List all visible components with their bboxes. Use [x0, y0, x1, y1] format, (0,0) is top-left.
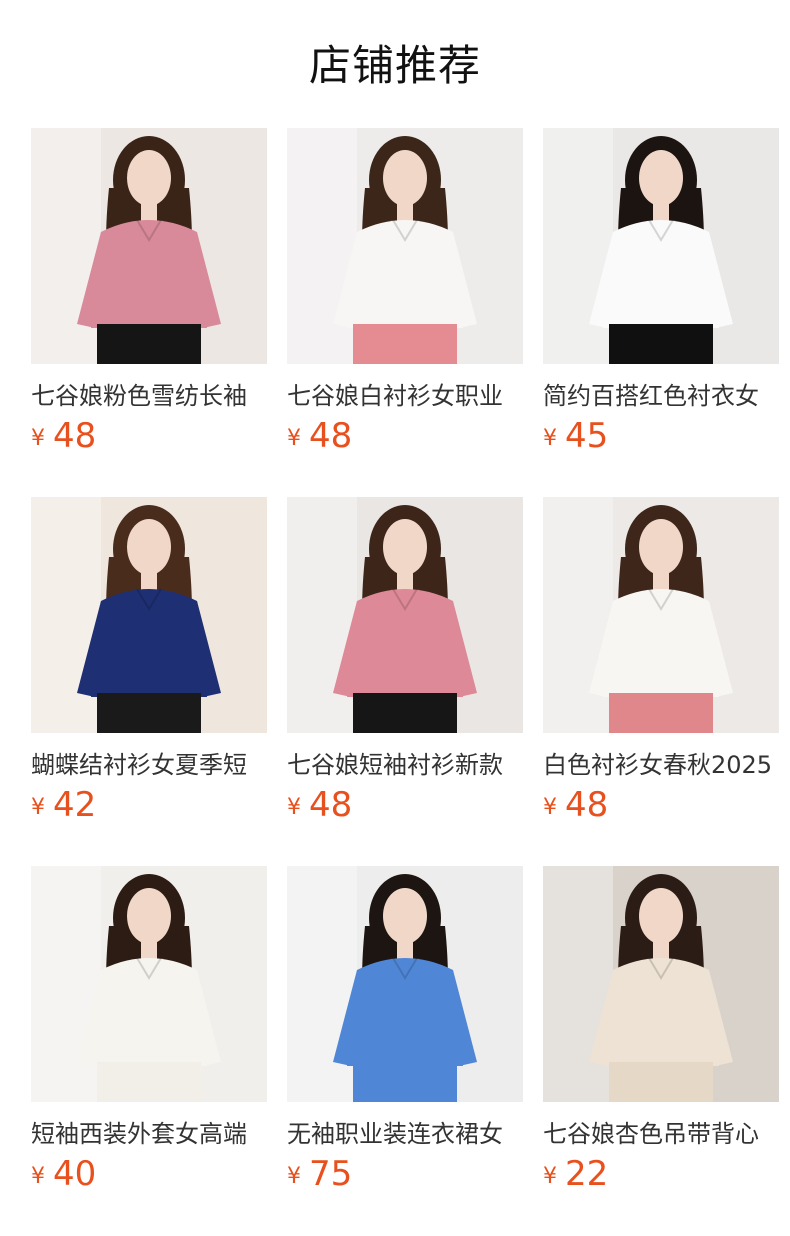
woman-blue-sleeveless-dress-photo — [287, 866, 523, 1102]
currency-symbol: ¥ — [31, 1164, 45, 1189]
product-name[interactable]: 七谷娘短袖衬衫新款 — [287, 751, 523, 779]
price-value: 45 — [565, 416, 609, 456]
product-image[interactable] — [31, 866, 267, 1102]
product-price: ¥42 — [31, 785, 267, 825]
product-card[interactable]: 七谷娘杏色吊带背心 ¥22 — [543, 866, 779, 1235]
woman-white-suit-jacket-photo — [31, 866, 267, 1102]
product-image[interactable] — [543, 866, 779, 1102]
product-card[interactable]: 蝴蝶结衬衫女夏季短 ¥42 — [31, 497, 267, 866]
currency-symbol: ¥ — [287, 795, 301, 820]
price-value: 42 — [53, 785, 97, 825]
product-image[interactable] — [287, 866, 523, 1102]
product-name[interactable]: 七谷娘粉色雪纺长袖 — [31, 382, 267, 410]
product-price: ¥22 — [543, 1154, 779, 1194]
currency-symbol: ¥ — [543, 426, 557, 451]
product-card[interactable]: 短袖西装外套女高端 ¥40 — [31, 866, 267, 1235]
product-image[interactable] — [543, 497, 779, 733]
product-grid: 七谷娘粉色雪纺长袖 ¥48 七谷娘白衬衫女职业 ¥48 简约百搭红色衬衣女 ¥4… — [31, 128, 779, 1235]
currency-symbol: ¥ — [543, 795, 557, 820]
product-card[interactable]: 七谷娘白衬衫女职业 ¥48 — [287, 128, 523, 497]
price-value: 40 — [53, 1154, 97, 1194]
product-card[interactable]: 七谷娘短袖衬衫新款 ¥48 — [287, 497, 523, 866]
product-price: ¥48 — [287, 416, 523, 456]
currency-symbol: ¥ — [31, 426, 45, 451]
product-price: ¥48 — [31, 416, 267, 456]
product-price: ¥48 — [287, 785, 523, 825]
product-image[interactable] — [543, 128, 779, 364]
woman-pink-ruffle-blouse-photo — [287, 497, 523, 733]
woman-white-short-sleeve-shirt-photo — [287, 128, 523, 364]
product-image[interactable] — [31, 497, 267, 733]
currency-symbol: ¥ — [287, 426, 301, 451]
product-name[interactable]: 白色衬衫女春秋2025 — [543, 751, 779, 779]
product-price: ¥75 — [287, 1154, 523, 1194]
woman-white-tie-neck-blouse-photo — [543, 497, 779, 733]
woman-navy-bow-blouse-photo — [31, 497, 267, 733]
product-name[interactable]: 短袖西装外套女高端 — [31, 1120, 267, 1148]
product-card[interactable]: 七谷娘粉色雪纺长袖 ¥48 — [31, 128, 267, 497]
woman-white-striped-shirt-photo — [543, 128, 779, 364]
product-card[interactable]: 白色衬衫女春秋2025 ¥48 — [543, 497, 779, 866]
product-image[interactable] — [31, 128, 267, 364]
price-value: 48 — [53, 416, 97, 456]
woman-beige-camisole-photo — [543, 866, 779, 1102]
product-name[interactable]: 蝴蝶结衬衫女夏季短 — [31, 751, 267, 779]
price-value: 22 — [565, 1154, 609, 1194]
product-price: ¥40 — [31, 1154, 267, 1194]
product-price: ¥45 — [543, 416, 779, 456]
price-value: 75 — [309, 1154, 353, 1194]
product-name[interactable]: 简约百搭红色衬衣女 — [543, 382, 779, 410]
product-card[interactable]: 无袖职业装连衣裙女 ¥75 — [287, 866, 523, 1235]
currency-symbol: ¥ — [31, 795, 45, 820]
price-value: 48 — [309, 785, 353, 825]
price-value: 48 — [565, 785, 609, 825]
product-name[interactable]: 七谷娘白衬衫女职业 — [287, 382, 523, 410]
product-card[interactable]: 简约百搭红色衬衣女 ¥45 — [543, 128, 779, 497]
product-image[interactable] — [287, 128, 523, 364]
price-value: 48 — [309, 416, 353, 456]
currency-symbol: ¥ — [287, 1164, 301, 1189]
currency-symbol: ¥ — [543, 1164, 557, 1189]
woman-pink-long-sleeve-blouse-photo — [31, 128, 267, 364]
product-image[interactable] — [287, 497, 523, 733]
product-price: ¥48 — [543, 785, 779, 825]
page-title: 店铺推荐 — [308, 41, 481, 90]
product-name[interactable]: 无袖职业装连衣裙女 — [287, 1120, 523, 1148]
store-recommendation-page: 店铺推荐 七谷娘粉色雪纺长袖 ¥48 七谷娘白衬衫女职业 ¥48 简约百搭红色衬… — [0, 0, 790, 1236]
product-name[interactable]: 七谷娘杏色吊带背心 — [543, 1120, 779, 1148]
